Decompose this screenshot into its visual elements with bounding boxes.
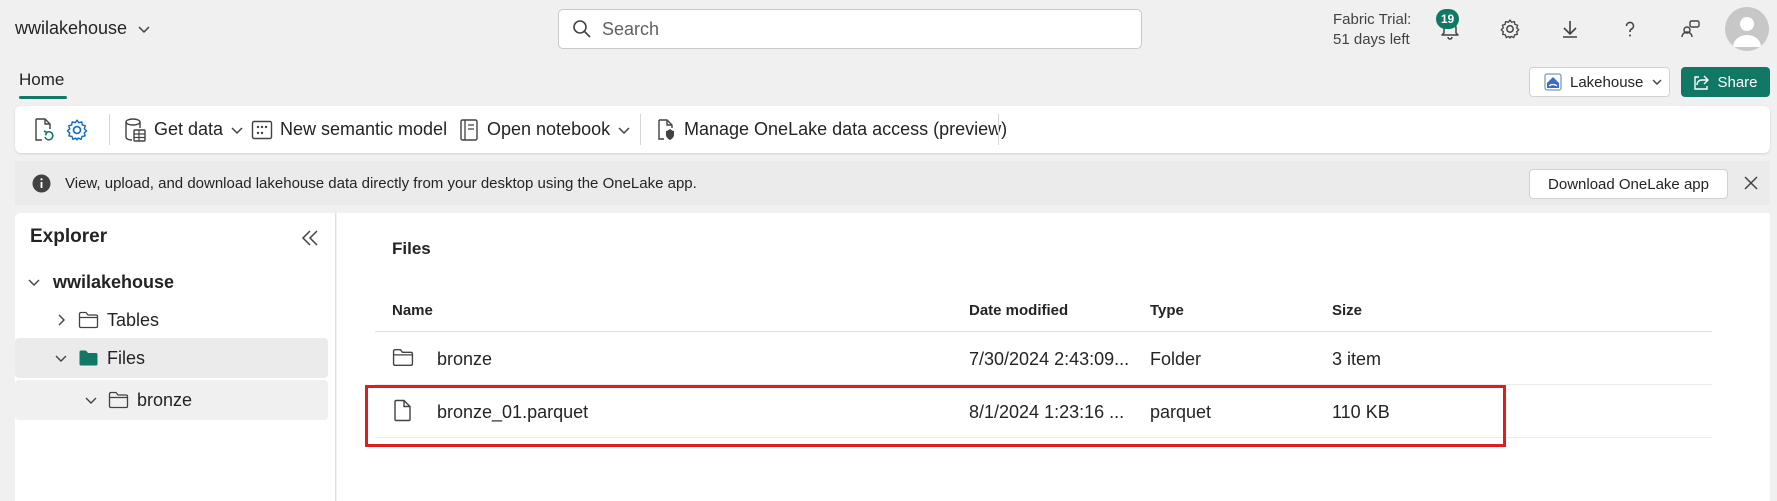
tab-home[interactable]: Home [19,70,64,90]
explorer-panel: Explorer wwilakehouse Tables Files bronz… [15,213,336,501]
column-header-size[interactable]: Size [1332,302,1362,319]
share-label: Share [1717,73,1758,91]
notebook-icon [458,118,480,142]
tree-item-wwilakehouse[interactable]: wwilakehouse [15,262,328,302]
chevron-down-icon [230,123,244,137]
search-input[interactable] [602,18,1141,40]
people-feedback-icon [1679,18,1701,40]
info-banner: View, upload, and download lakehouse dat… [15,161,1770,205]
search-box[interactable] [558,9,1142,49]
ribbon-separator [998,114,999,145]
explorer-title: Explorer [30,226,108,247]
user-avatar[interactable] [1725,7,1769,51]
tree-item-label: Tables [107,309,160,330]
file-icon [393,399,412,422]
folder-icon [78,311,99,329]
open-notebook-button[interactable]: Open notebook [458,106,631,153]
lakehouse-dropdown[interactable]: Lakehouse [1529,67,1670,97]
tree-item-tables[interactable]: Tables [15,300,328,340]
folder-icon [392,348,414,367]
row-date-modified: 8/1/2024 1:23:16 ... [969,402,1125,422]
row-type: parquet [1150,402,1212,422]
tree-root-label: wwilakehouse [53,271,175,292]
share-button[interactable]: Share [1681,67,1770,97]
folder-icon [108,391,129,409]
get-data-button[interactable]: Get data [123,106,244,153]
chevron-right-icon [54,313,68,327]
trial-label: Fabric Trial: [1333,11,1412,28]
table-row[interactable]: bronze_01.parquet 8/1/2024 1:23:16 ... p… [375,385,1712,438]
ribbon-separator [109,114,110,145]
tree-item-bronze[interactable]: bronze [15,380,328,420]
notification-count-badge: 19 [1436,9,1459,29]
column-header-date-modified[interactable]: Date modified [969,302,1068,319]
gear-icon [1499,18,1521,40]
download-onelake-app-button[interactable]: Download OneLake app [1529,169,1728,199]
row-name[interactable]: bronze_01.parquet [437,402,588,423]
row-date-modified: 7/30/2024 2:43:09... [969,349,1130,369]
download-button[interactable] [1556,15,1584,43]
lakehouse-icon [1544,73,1562,91]
top-bar: wwilakehouse Fabric Trial: 51 days left … [0,0,1777,58]
chevron-down-icon [617,123,631,137]
database-table-icon [123,117,147,143]
semantic-model-icon [251,119,273,141]
lakehouse-settings-button[interactable] [65,106,89,153]
share-icon [1693,74,1710,91]
files-view-title: Files [392,239,431,258]
tree-item-label: Files [107,347,146,368]
open-notebook-label: Open notebook [487,119,611,139]
info-icon [32,174,51,193]
column-header-name[interactable]: Name [392,302,433,319]
folder-filled-icon [78,349,99,367]
person-icon [1725,7,1769,51]
column-header-type[interactable]: Type [1150,302,1184,319]
chevron-down-icon [27,275,41,289]
help-button[interactable] [1616,15,1644,43]
workspace-switcher[interactable]: wwilakehouse [15,18,151,39]
tree-item-label: bronze [137,389,193,410]
ribbon-toolbar: Get data New semantic model Open noteboo… [15,106,1770,153]
row-name[interactable]: bronze [437,349,492,370]
get-data-label: Get data [154,119,224,139]
ribbon-separator [640,114,641,145]
banner-message: View, upload, and download lakehouse dat… [65,175,697,192]
row-type: Folder [1150,349,1202,369]
row-size: 3 item [1332,349,1382,369]
trial-days-left: 51 days left [1333,31,1410,48]
workspace-name: wwilakehouse [15,18,128,38]
settings-button[interactable] [1496,15,1524,43]
manage-onelake-access-label: Manage OneLake data access (preview) [684,119,1008,139]
table-row[interactable]: bronze 7/30/2024 2:43:09... Folder 3 ite… [375,332,1712,385]
active-tab-indicator [19,96,67,99]
trial-status[interactable]: Fabric Trial: 51 days left [1333,10,1411,50]
row-size: 110 KB [1332,402,1390,422]
settings-gear-icon [65,118,89,142]
refresh-document-icon [32,117,56,143]
manage-onelake-access-button[interactable]: Manage OneLake data access (preview) [655,106,1007,153]
refresh-button[interactable] [32,106,56,153]
feedback-button[interactable] [1676,15,1704,43]
chevron-down-icon [84,393,98,407]
lakehouse-dropdown-label: Lakehouse [1570,73,1644,91]
chevron-down-icon [54,351,68,365]
document-lock-icon [655,118,677,142]
close-icon[interactable] [1742,174,1760,192]
download-icon [1559,18,1581,40]
chevron-down-icon [1651,76,1663,88]
collapse-panel-icon[interactable] [299,227,321,249]
search-icon [572,19,592,39]
tree-item-files[interactable]: Files [15,338,328,378]
chevron-down-icon [137,22,151,36]
files-content-pane: Files Name Date modified Type Size bronz… [337,213,1770,501]
new-semantic-model-button[interactable]: New semantic model [251,106,447,153]
new-semantic-model-label: New semantic model [280,119,448,139]
question-mark-icon [1619,18,1641,40]
